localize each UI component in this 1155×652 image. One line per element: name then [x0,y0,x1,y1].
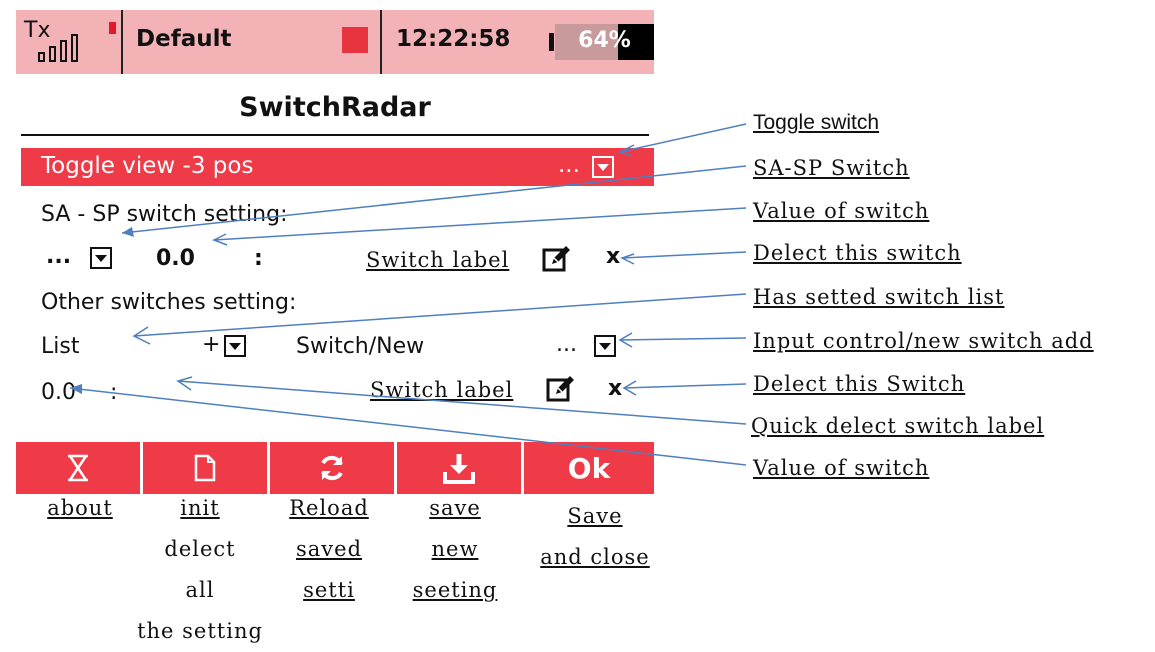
caption-save-line2: new [431,537,479,561]
arrow-value-of-switch-1 [213,207,747,241]
arrowhead-filled [70,384,82,394]
annotation-delect-switch-1: Delect this switch [753,241,962,265]
caption-init-line1: init [180,496,220,520]
caption-init-line2: delect [164,537,236,561]
annotation-delect-switch-2: Delect this Switch [753,372,966,396]
caption-saveclose-line1: Save [567,504,623,528]
arrow-toggle-switch [619,123,747,153]
arrow-delect-switch-2 [623,383,747,389]
annotation-quick-delect: Quick delect switch label [751,414,1045,438]
arrow-input-control [619,337,747,341]
arrow-value-of-switch-2 [69,387,747,466]
annotation-sa-sp-switch: SA-SP Switch [753,156,910,180]
caption-save-new: save new seeting [400,488,510,611]
arrow-switch-list [133,293,747,337]
caption-reload-line2: saved [295,537,363,561]
caption-save-close: Save and close [525,496,665,578]
caption-saveclose-line2: and close [540,545,650,569]
caption-reload: Reload saved setti [274,488,384,611]
annotation-value-of-switch-1: Value of switch [753,199,930,223]
arrowhead-filled [122,227,134,237]
caption-reload-line1: Reload [289,496,369,520]
arrow-delect-switch-1 [621,251,747,259]
annotation-switch-list: Has setted switch list [753,285,1005,309]
annotation-input-control: Input control/new switch add [753,329,1094,353]
caption-init: init delect all the setting [100,488,300,652]
caption-save-line1: save [429,496,481,520]
annotation-value-of-switch-2: Value of switch [753,456,930,480]
annotation-toggle-switch: Toggle switch [753,111,880,134]
caption-save-line3: seeting [412,578,498,602]
caption-init-line3: all [185,578,215,602]
caption-reload-line3: setti [303,578,355,602]
arrow-sa-sp-switch [121,165,747,234]
